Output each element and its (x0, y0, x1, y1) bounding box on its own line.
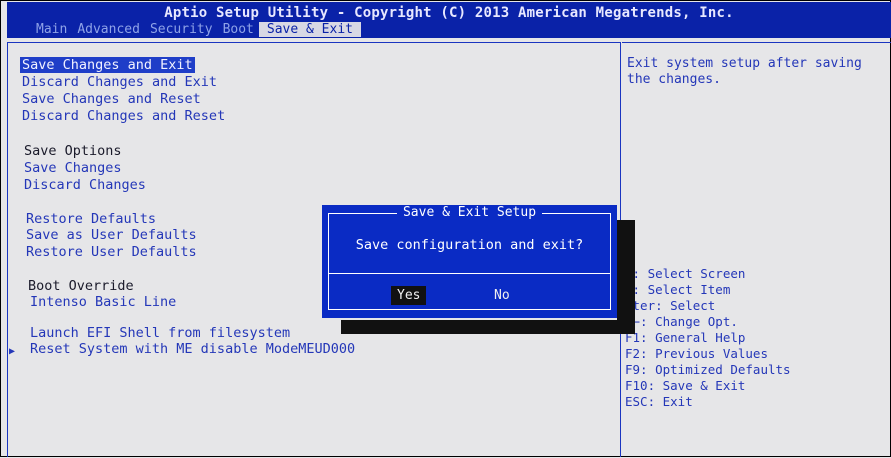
key-select-item: ↓: Select Item (625, 282, 731, 297)
dialog-title-text: Save & Exit Setup (396, 205, 543, 220)
key-previous-values: F2: Previous Values (625, 346, 768, 361)
section-label-save-options: Save Options (24, 143, 122, 159)
menu-item-discard-changes-and-reset[interactable]: Discard Changes and Reset (22, 108, 225, 124)
save-exit-dialog: Save & Exit Setup Save configuration and… (322, 205, 617, 318)
help-description: Exit system setup after saving the chang… (627, 56, 862, 87)
tab-boot[interactable]: Boot (218, 22, 259, 37)
key-legend: ←: Select Screen ↓: Select Item nter: Se… (625, 266, 791, 410)
menu-item-save-changes[interactable]: Save Changes (24, 160, 122, 176)
yes-button[interactable]: Yes (391, 286, 427, 305)
key-optimized-defaults: F9: Optimized Defaults (625, 362, 791, 377)
dialog-question: Save configuration and exit? (355, 237, 584, 253)
menu-item-save-changes-and-reset[interactable]: Save Changes and Reset (22, 91, 201, 107)
menu-item-discard-changes[interactable]: Discard Changes (24, 177, 146, 193)
dialog-title: Save & Exit Setup (322, 205, 617, 220)
dialog-border (328, 213, 611, 310)
dialog-shadow-right (617, 220, 635, 332)
tab-security[interactable]: Security (145, 22, 218, 37)
menu-item-intenso-basic-line[interactable]: Intenso Basic Line (30, 294, 176, 310)
menu-item-restore-defaults[interactable]: Restore Defaults (26, 211, 156, 227)
key-change-opt: /−: Change Opt. (625, 314, 738, 329)
header-bar: Aptio Setup Utility - Copyright (C) 2013… (7, 2, 891, 38)
key-save-exit: F10: Save & Exit (625, 378, 746, 393)
tab-save-exit[interactable]: Save & Exit (258, 22, 361, 37)
tab-bar: Main Advanced Security Boot Save & Exit (31, 22, 361, 37)
menu-item-save-changes-and-exit[interactable]: Save Changes and Exit (20, 57, 195, 73)
dialog-shadow-bottom (341, 320, 635, 334)
key-enter-select: nter: Select (625, 298, 716, 313)
key-esc-exit: ESC: Exit (625, 394, 693, 409)
menu-item-restore-user-defaults[interactable]: Restore User Defaults (26, 244, 197, 260)
submenu-arrow-icon: ▶ (9, 346, 16, 357)
menu-item-launch-efi-shell[interactable]: Launch EFI Shell from filesystem (30, 325, 290, 341)
menu-item-save-user-defaults[interactable]: Save as User Defaults (26, 227, 197, 243)
menu-item-discard-changes-and-exit[interactable]: Discard Changes and Exit (22, 74, 217, 90)
dialog-separator (328, 273, 611, 274)
section-label-boot-override: Boot Override (28, 278, 134, 294)
app-title: Aptio Setup Utility - Copyright (C) 2013… (164, 5, 734, 21)
key-general-help: F1: General Help (625, 330, 746, 345)
key-select-screen: ←: Select Screen (625, 266, 746, 281)
tab-advanced[interactable]: Advanced (72, 22, 145, 37)
tab-main[interactable]: Main (31, 22, 72, 37)
no-button[interactable]: No (488, 286, 516, 305)
menu-item-reset-system[interactable]: Reset System with ME disable ModeMEUD000 (30, 341, 355, 357)
